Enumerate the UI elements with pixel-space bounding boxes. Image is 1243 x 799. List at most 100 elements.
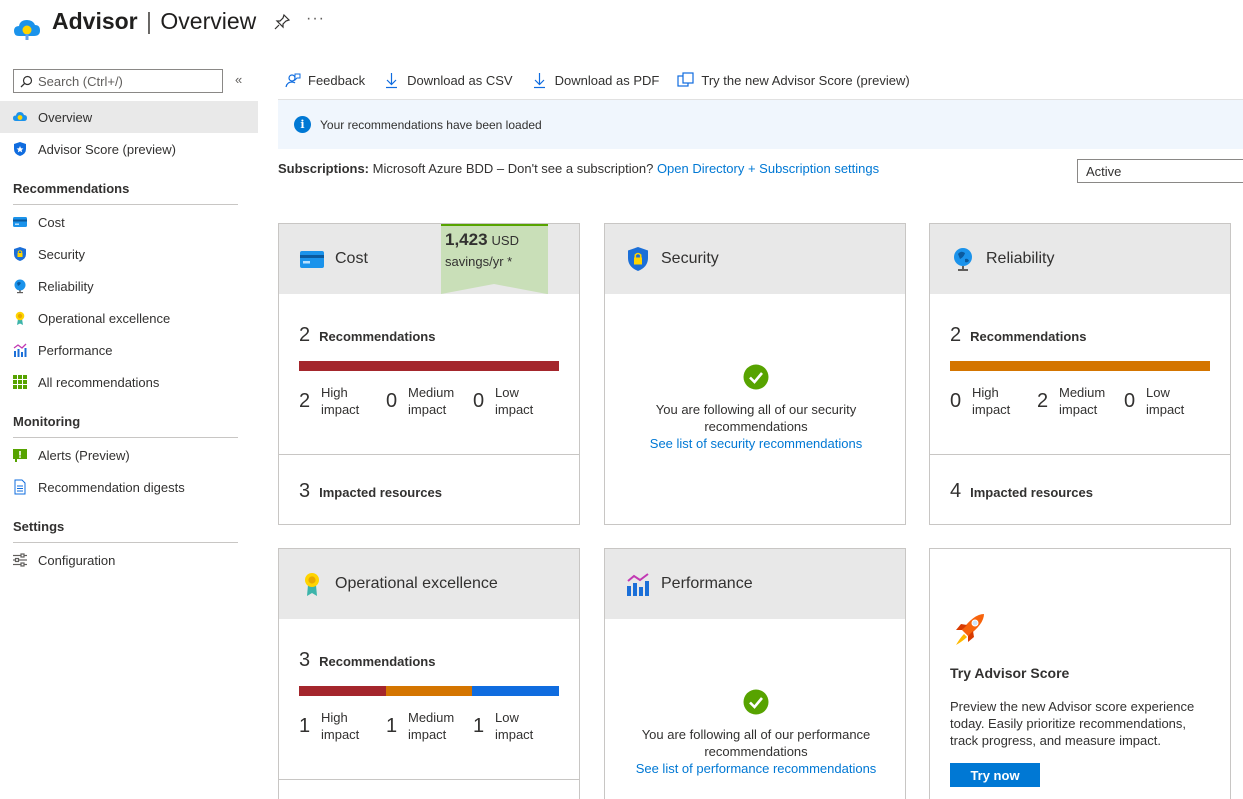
subscriptions-line: Subscriptions: Microsoft Azure BDD – Don… xyxy=(278,161,880,176)
search-input[interactable] xyxy=(38,73,218,89)
cost-card-icon xyxy=(12,214,28,230)
sidebar-item-cost[interactable]: Cost xyxy=(0,206,258,238)
sidebar-item-label: All recommendations xyxy=(38,374,160,390)
card-title: Cost xyxy=(335,250,368,267)
sidebar-item-label: Alerts (Preview) xyxy=(38,447,130,463)
impacted-resources[interactable]: 3 Impacted resources xyxy=(299,480,442,503)
sidebar-item-label: Recommendation digests xyxy=(38,479,185,495)
section-settings: Settings xyxy=(13,519,238,543)
command-bar: Feedback Download as CSV Download as PDF… xyxy=(278,60,928,100)
sidebar-item-label: Cost xyxy=(38,214,65,230)
impact-bar xyxy=(950,361,1210,371)
impact-bar-medium xyxy=(385,686,473,696)
impact-bar-high xyxy=(299,686,386,696)
advisor-cloud-icon xyxy=(14,20,40,40)
sidebar-item-label: Reliability xyxy=(38,278,94,294)
promo-title: Try Advisor Score xyxy=(950,665,1070,681)
ribbon-icon xyxy=(12,310,28,326)
impact-bar-low xyxy=(472,686,559,696)
page-header: Advisor | Overview ··· xyxy=(0,0,1243,60)
card-header: Operational excellence xyxy=(279,549,579,619)
promo-description: Preview the new Advisor score experience… xyxy=(950,699,1195,748)
cost-card-icon xyxy=(299,246,325,272)
shield-icon xyxy=(12,246,28,262)
feedback-button[interactable]: Feedback xyxy=(284,72,365,89)
search-icon xyxy=(20,75,33,87)
recommendations-count: 2 Recommendations xyxy=(299,324,436,346)
performance-chart-icon xyxy=(12,342,28,358)
savings-amount: 1,423 xyxy=(445,230,488,249)
sliders-icon xyxy=(12,552,28,568)
try-advisor-score-button[interactable]: Try the new Advisor Score (preview) xyxy=(677,71,910,89)
subscription-settings-link[interactable]: Open Directory + Subscription settings xyxy=(657,161,879,176)
impact-breakdown: 1 High impact 1 Medium impact 1 Low impact xyxy=(299,710,534,742)
info-icon: i xyxy=(294,116,311,133)
try-now-button[interactable]: Try now xyxy=(950,763,1040,787)
savings-badge: 1,423 USD savings/yr * xyxy=(441,224,548,294)
download-icon xyxy=(386,72,398,88)
advisor-cloud-icon xyxy=(12,109,28,125)
card-title: Operational excellence xyxy=(335,575,498,592)
sidebar-item-label: Advisor Score (preview) xyxy=(38,141,176,157)
page-title: Advisor | Overview xyxy=(52,8,257,34)
grid-icon xyxy=(12,374,28,390)
more-icon[interactable]: ··· xyxy=(306,10,325,28)
ribbon-icon xyxy=(299,571,325,597)
check-circle-icon xyxy=(743,689,769,715)
performance-recommendations-link[interactable]: See list of performance recommendations xyxy=(605,760,905,777)
reliability-card[interactable]: Reliability 2 Recommendations 0 High impact… xyxy=(929,223,1231,525)
card-header: Cost 1,423 USD savings/yr * xyxy=(279,224,579,294)
performance-card[interactable]: Performance You are following all of our… xyxy=(604,548,906,799)
card-header: Security xyxy=(605,224,905,294)
search-box[interactable] xyxy=(13,69,223,93)
sidebar-item-label: Overview xyxy=(38,109,93,125)
operational-excellence-card[interactable]: Operational excellence 3 Recommendations … xyxy=(278,548,580,799)
feedback-icon xyxy=(285,73,301,87)
security-card[interactable]: Security You are following all of our se… xyxy=(604,223,906,525)
open-window-icon xyxy=(677,71,694,87)
sidebar-item-reliability[interactable]: Reliability xyxy=(0,270,258,302)
security-recommendations-link[interactable]: See list of security recommendations xyxy=(605,435,905,452)
advisor-score-promo-card: Try Advisor Score Preview the new Adviso… xyxy=(929,548,1231,799)
sidebar-item-label: Performance xyxy=(38,342,113,358)
sidebar-item-recommendation-digests[interactable]: Recommendation digests xyxy=(0,471,258,503)
impact-breakdown: 0 High impact 2 Medium impact 0 Low impact xyxy=(950,385,1185,417)
download-csv-button[interactable]: Download as CSV xyxy=(383,72,513,89)
sidebar-item-overview[interactable]: Overview xyxy=(0,101,258,133)
card-title: Reliability xyxy=(986,250,1055,267)
impact-breakdown: 2 High impact 0 Medium impact 0 Low impact xyxy=(299,385,534,417)
download-pdf-button[interactable]: Download as PDF xyxy=(531,72,659,89)
score-shield-icon xyxy=(12,141,28,157)
sidebar-item-advisor-score[interactable]: Advisor Score (preview) xyxy=(0,133,258,165)
impact-bar xyxy=(299,686,559,696)
impact-bar-high xyxy=(299,361,559,371)
section-recommendations: Recommendations xyxy=(13,181,238,205)
all-clear-message: You are following all of our performance… xyxy=(605,689,905,777)
collapse-icon[interactable]: « xyxy=(235,72,242,87)
sidebar-item-label: Operational excellence xyxy=(38,310,171,326)
sidebar: « Overview Advisor Score (preview) Recom… xyxy=(0,60,258,799)
sidebar-item-alerts[interactable]: Alerts (Preview) xyxy=(0,439,258,471)
sidebar-item-label: Configuration xyxy=(38,552,116,568)
sidebar-item-operational-excellence[interactable]: Operational excellence xyxy=(0,302,258,334)
card-header: Performance xyxy=(605,549,905,619)
info-message: Your recommendations have been loaded xyxy=(320,117,542,132)
cost-card[interactable]: Cost 1,423 USD savings/yr * 2 Recommendati… xyxy=(278,223,580,525)
pin-icon[interactable] xyxy=(273,13,291,31)
info-banner: i Your recommendations have been loaded xyxy=(278,99,1243,149)
section-monitoring: Monitoring xyxy=(13,414,238,438)
sidebar-item-configuration[interactable]: Configuration xyxy=(0,544,258,576)
rocket-icon xyxy=(956,614,984,645)
check-circle-icon xyxy=(743,364,769,390)
sidebar-item-security[interactable]: Security xyxy=(0,238,258,270)
globe-icon xyxy=(12,278,28,294)
sidebar-item-performance[interactable]: Performance xyxy=(0,334,258,366)
performance-chart-icon xyxy=(625,571,651,597)
recommendations-count: 3 Recommendations xyxy=(299,649,436,671)
shield-icon xyxy=(625,246,651,272)
status-filter-dropdown[interactable]: Active xyxy=(1077,159,1243,183)
impact-bar-medium xyxy=(950,361,1210,371)
sidebar-item-all-recommendations[interactable]: All recommendations xyxy=(0,366,258,398)
impacted-resources[interactable]: 4 Impacted resources xyxy=(950,480,1093,503)
recommendations-count: 2 Recommendations xyxy=(950,324,1087,346)
